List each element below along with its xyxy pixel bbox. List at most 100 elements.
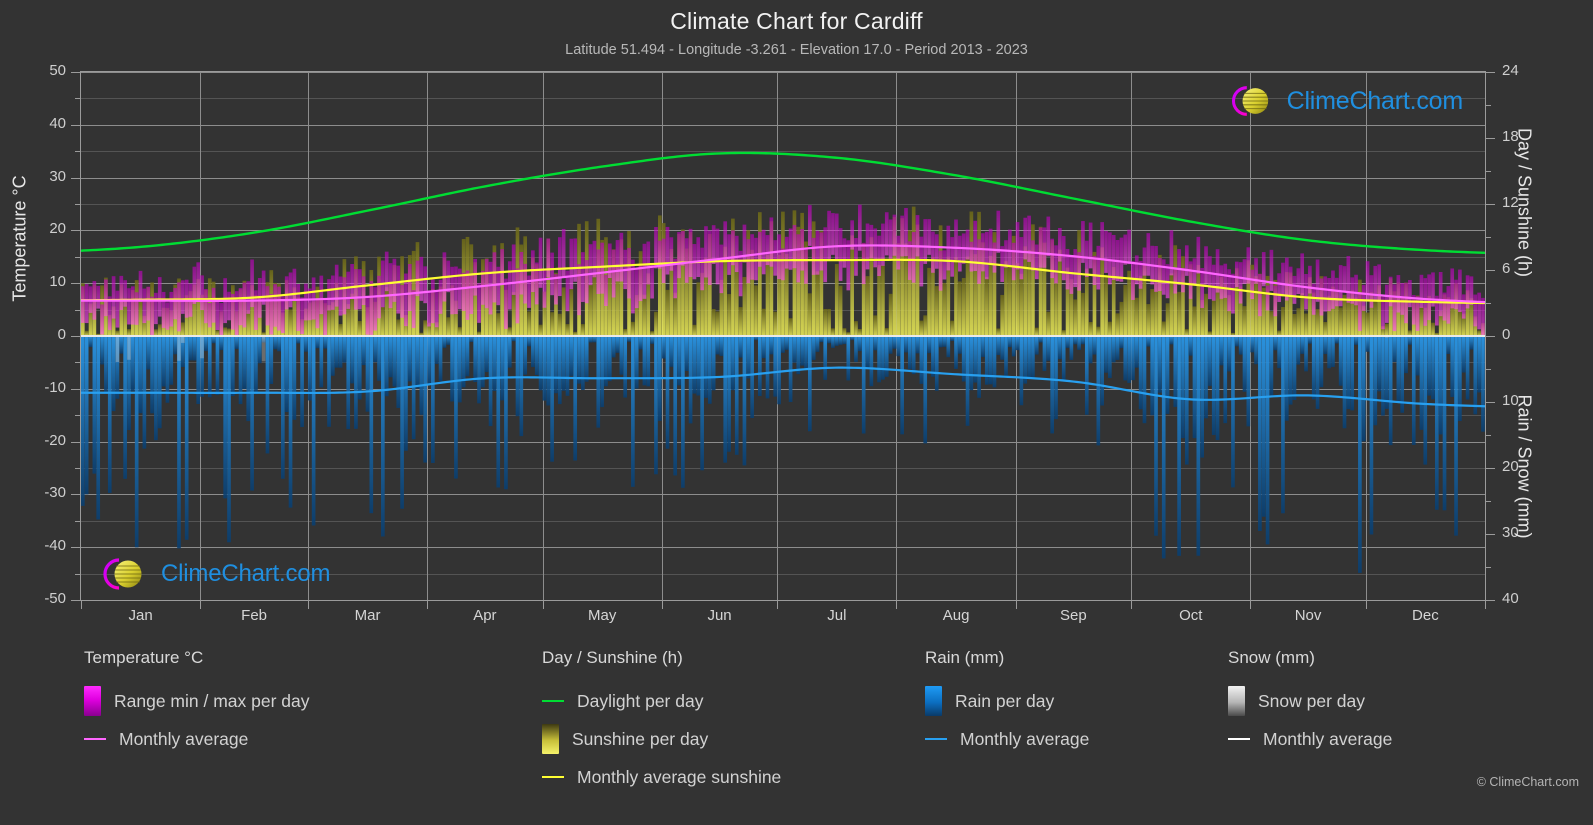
y-axis-left-tick: -10 [44, 378, 66, 396]
y-axis-right-tickmark-minor [1486, 435, 1491, 436]
y-axis-left-tickmark [71, 230, 80, 232]
x-axis-tickmark [427, 601, 429, 609]
x-axis-tick-jan: Jan [128, 607, 153, 624]
y-axis-left-tickmark [71, 336, 80, 337]
x-axis-tickmark [307, 601, 309, 609]
y-axis-right-tickmark-minor [1486, 369, 1491, 370]
y-axis-right-tickmark [1486, 336, 1495, 337]
y-axis-left-tickmark [71, 124, 80, 126]
climechart-logo-icon [1224, 82, 1279, 120]
x-axis-tick-oct: Oct [1179, 607, 1203, 624]
x-axis-tick-aug: Aug [942, 607, 970, 624]
legend-line-icon [542, 776, 564, 778]
legend-item[interactable]: Snow per day [1228, 682, 1392, 720]
climate-chart-plot: ClimeChart.com ClimeChart.com [80, 71, 1486, 601]
y-axis-left-tick: -40 [44, 537, 66, 555]
x-axis-tick-jul: Jul [827, 607, 847, 624]
y-axis-right-tickmark [1486, 402, 1495, 403]
y-axis-right-tickmark [1486, 468, 1495, 469]
y-axis-right-tickmark-minor [1486, 501, 1491, 502]
y-axis-right-tickmark-minor [1486, 237, 1491, 238]
y-axis-left-tickmark [71, 441, 80, 443]
x-axis-tickmark [542, 601, 544, 609]
y-axis-left-tickmark [71, 547, 80, 549]
y-axis-left-tickmark [71, 72, 80, 73]
legend-item-label: Sunshine per day [572, 728, 709, 749]
y-axis-right-tickmark-minor [1486, 303, 1491, 304]
y-axis-right-bottom-title: Rain / Snow (mm) [1514, 394, 1535, 539]
legend-item[interactable]: Range min / max per day [84, 682, 310, 720]
legend-heading: Rain (mm) [925, 648, 1005, 667]
legend-color-swatch [1228, 686, 1245, 716]
grid-line-horizontal [81, 600, 1485, 601]
x-axis-tick-mar: Mar [354, 607, 381, 624]
legend-line-icon [542, 700, 564, 702]
y-axis-left-tickmark [71, 600, 80, 601]
y-axis-left-tick: 50 [49, 62, 66, 79]
zero-line [81, 335, 1485, 337]
climechart-logo-icon [95, 554, 153, 594]
legend-color-swatch [925, 686, 942, 716]
y-axis-right-top-title: Day / Sunshine (h) [1514, 127, 1535, 278]
legend-item-label: Rain per day [955, 690, 1055, 711]
legend-item[interactable]: Monthly average [84, 720, 310, 758]
y-axis-right-tickmark [1486, 600, 1495, 601]
y-axis-right-tickmark-minor [1486, 105, 1491, 106]
legend-item-label: Monthly average [119, 728, 249, 749]
legend-column-temperature-c: Temperature °C Range min / max per day Mon… [84, 648, 310, 758]
x-axis-tickmark [81, 601, 82, 609]
legend-item[interactable]: Monthly average [1228, 720, 1392, 758]
legend-item-label: Range min / max per day [114, 690, 310, 711]
x-axis-tickmark [1250, 601, 1252, 609]
legend-column-rain-mm: Rain (mm) Rain per day Monthly average [925, 648, 1089, 758]
daylight-curve [81, 153, 1485, 253]
legend-item-label: Monthly average sunshine [577, 766, 782, 787]
sunshine-average-curve [81, 260, 1485, 303]
y-axis-right-tickmark [1486, 204, 1495, 205]
x-axis-tickmark [1485, 601, 1486, 609]
x-axis-tickmark [661, 601, 663, 609]
legend-column-snow-mm: Snow (mm) Snow per day Monthly average [1228, 648, 1392, 758]
legend-item[interactable]: Daylight per day [542, 682, 781, 720]
legend-line-swatch [925, 738, 960, 740]
legend-item[interactable]: Rain per day [925, 682, 1089, 720]
y-axis-left-title: Temperature °C [9, 175, 30, 302]
legend-line-swatch [542, 700, 577, 702]
x-axis-tick-sep: Sep [1060, 607, 1087, 624]
y-axis-right-bottom-tick: 40 [1502, 590, 1519, 607]
watermark-logo-bottom: ClimeChart.com [95, 554, 330, 594]
y-axis-left-tick: -30 [44, 484, 66, 502]
y-axis-right-tickmark [1486, 270, 1495, 271]
x-axis-tickmark [1365, 601, 1367, 609]
watermark-text: ClimeChart.com [1286, 86, 1464, 115]
x-axis-tickmark [1131, 601, 1133, 609]
y-axis-left-tickmark [71, 388, 80, 390]
legend-color-swatch [84, 686, 101, 716]
page-subtitle: Latitude 51.494 - Longitude -3.261 - Ele… [565, 42, 1028, 58]
y-axis-right-top-tick: 0 [1502, 326, 1511, 343]
chart-legend: Temperature °C Range min / max per day Mon… [0, 648, 1593, 808]
watermark-logo-top: ClimeChart.com [1224, 82, 1464, 120]
legend-heading: Temperature °C [84, 648, 204, 667]
x-axis-tickmark [200, 601, 202, 609]
legend-line-swatch [84, 738, 119, 740]
x-axis-tick-apr: Apr [473, 607, 497, 624]
legend-item-label: Monthly average [1263, 728, 1393, 749]
x-axis-tick-may: May [588, 607, 617, 624]
copyright-notice: © ClimeChart.com [1476, 775, 1579, 789]
y-axis-right-tickmark [1486, 534, 1495, 535]
y-axis-right-tickmark-minor [1486, 567, 1491, 568]
page-title: Climate Chart for Cardiff [670, 8, 923, 34]
legend-line-icon [925, 738, 947, 740]
legend-item[interactable]: Monthly average sunshine [542, 758, 781, 796]
legend-item[interactable]: Sunshine per day [542, 720, 781, 758]
legend-line-icon [1228, 738, 1250, 740]
x-axis-tickmark [1015, 601, 1017, 609]
x-axis-tick-nov: Nov [1294, 607, 1322, 624]
y-axis-right-tickmark [1486, 72, 1495, 73]
x-axis-tickmark [896, 601, 898, 609]
legend-item[interactable]: Monthly average [925, 720, 1089, 758]
legend-item-label: Snow per day [1258, 690, 1366, 711]
x-axis-tick-jun: Jun [707, 607, 732, 624]
legend-item-label: Daylight per day [577, 690, 704, 711]
